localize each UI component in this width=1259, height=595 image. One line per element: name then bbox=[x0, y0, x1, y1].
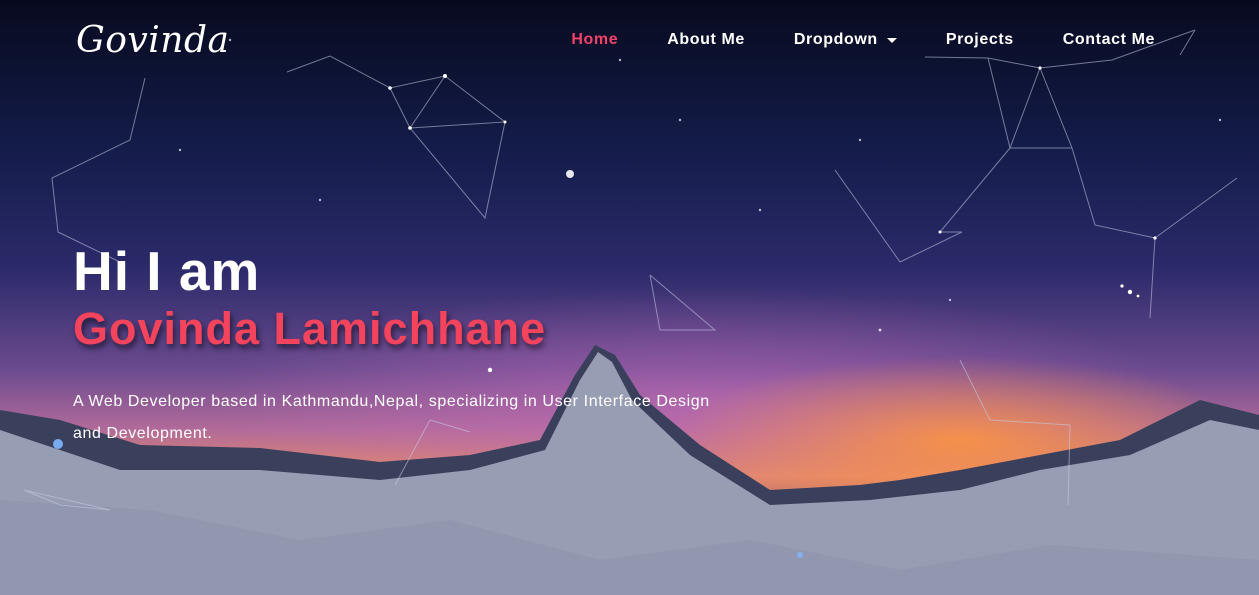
nav-item-dropdown[interactable]: Dropdown bbox=[794, 31, 897, 49]
hero-greeting: Hi I am bbox=[73, 240, 261, 302]
navbar: Govinda Home About Me Dropdown Projects … bbox=[0, 0, 1259, 84]
nav-item-home[interactable]: Home bbox=[571, 31, 618, 49]
nav-item-projects[interactable]: Projects bbox=[946, 31, 1014, 49]
nav-item-dropdown-label: Dropdown bbox=[793, 31, 878, 48]
hero-section: Hi I am Govinda Lamichhane A Web Develop… bbox=[73, 240, 733, 450]
nav-menu: Home About Me Dropdown Projects Contact … bbox=[571, 31, 1155, 49]
nav-item-contact-me[interactable]: Contact Me bbox=[1063, 31, 1155, 49]
nav-item-about-me[interactable]: About Me bbox=[667, 31, 745, 49]
caret-down-icon bbox=[886, 38, 897, 43]
hero-name: Govinda Lamichhane bbox=[73, 303, 547, 354]
brand-logo[interactable]: Govinda bbox=[76, 20, 229, 61]
hero-tagline: A Web Developer based in Kathmandu,Nepal… bbox=[73, 393, 710, 442]
